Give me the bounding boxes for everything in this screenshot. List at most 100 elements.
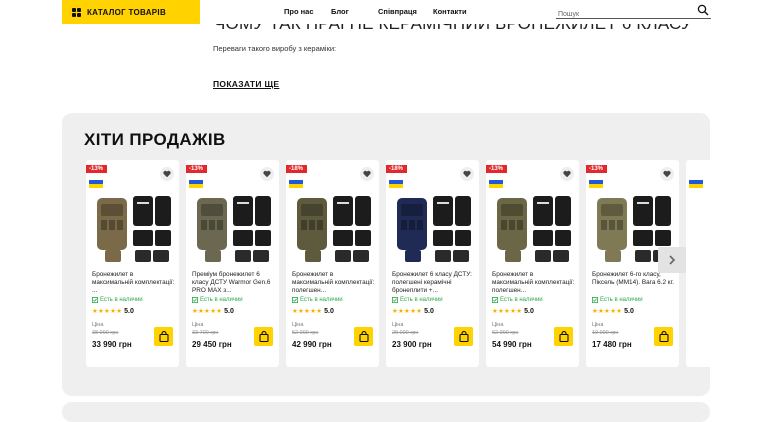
current-price: 17 480 грн [592, 340, 632, 349]
add-to-cart-button[interactable] [154, 327, 173, 346]
nav-contacts[interactable]: Контакти [433, 7, 467, 16]
product-name[interactable]: Бронежилет 6 класу ДСТУ: полегшені керам… [392, 271, 476, 295]
search-input[interactable] [556, 7, 686, 22]
rating-value: 5.0 [624, 307, 634, 315]
star-icons: ★★★★★ [492, 308, 523, 315]
star-icons: ★★★★★ [92, 308, 123, 315]
favorite-button[interactable] [160, 167, 174, 181]
check-icon [492, 297, 498, 303]
stock-label: Есть в наличии [400, 297, 443, 303]
check-icon [592, 297, 598, 303]
rating: ★★★★★ 5.0 [492, 307, 534, 316]
favorite-button[interactable] [660, 167, 674, 181]
product-card[interactable]: -13% Бронежилет в максимальній комплекта… [86, 160, 179, 367]
favorite-button[interactable] [460, 167, 474, 181]
price-label: Ціна [592, 322, 604, 328]
add-to-cart-button[interactable] [354, 327, 373, 346]
product-name[interactable]: Бронежилет в максимальній комплектації: … [92, 271, 176, 295]
product-image[interactable] [193, 188, 273, 268]
catalog-button[interactable]: КАТАЛОГ ТОВАРІВ [62, 0, 200, 24]
discount-badge: -13% [486, 165, 508, 173]
price-label: Ціна [492, 322, 504, 328]
nav-blog[interactable]: Блог [331, 7, 349, 16]
favorite-button[interactable] [560, 167, 574, 181]
product-image[interactable] [293, 188, 373, 268]
product-card[interactable]: -18% Бронежилет 6 класу ДСТУ: полегшені … [386, 160, 479, 367]
add-to-cart-button[interactable] [654, 327, 673, 346]
ukraine-flag-icon [489, 180, 503, 188]
bestsellers-title: ХІТИ ПРОДАЖІВ [84, 130, 226, 149]
stock-status: Есть в наличии [92, 297, 143, 303]
old-price: 52 000 грн [292, 330, 319, 336]
add-to-cart-button[interactable] [254, 327, 273, 346]
stock-label: Есть в наличии [500, 297, 543, 303]
rating: ★★★★★ 5.0 [92, 307, 134, 316]
product-image[interactable] [493, 188, 573, 268]
product-name[interactable]: Бронежилет в максимальній комплектації: … [492, 271, 576, 295]
current-price: 42 990 грн [292, 340, 332, 349]
add-to-cart-button[interactable] [554, 327, 573, 346]
grid-icon [72, 7, 81, 17]
old-price: 29 000 грн [392, 330, 419, 336]
price-label: Ціна [292, 322, 304, 328]
product-name[interactable]: Бронежилет в максимальній комплектації: … [292, 271, 376, 295]
stock-label: Есть в наличии [600, 297, 643, 303]
shopping-bag-icon [358, 331, 369, 342]
shopping-bag-icon [158, 331, 169, 342]
favorite-button[interactable] [260, 167, 274, 181]
price-label: Ціна [392, 322, 404, 328]
stock-status: Есть в наличии [292, 297, 343, 303]
discount-badge: -13% [186, 165, 208, 173]
stock-status: Есть в наличии [192, 297, 243, 303]
current-price: 33 990 грн [92, 340, 132, 349]
ukraine-flag-icon [189, 180, 203, 188]
product-image[interactable] [93, 188, 173, 268]
search-icon[interactable] [697, 4, 709, 16]
next-section-panel [62, 402, 710, 422]
ukraine-flag-icon [589, 180, 603, 188]
ukraine-flag-icon [289, 180, 303, 188]
article-subtext: Переваги такого виробу з кераміки: [213, 44, 337, 53]
stock-status: Есть в наличии [392, 297, 443, 303]
catalog-label: КАТАЛОГ ТОВАРІВ [87, 7, 167, 17]
rating-value: 5.0 [424, 307, 434, 315]
show-more-link[interactable]: ПОКАЗАТИ ЩЕ [213, 79, 279, 89]
discount-badge: -13% [586, 165, 608, 173]
star-icons: ★★★★★ [592, 308, 623, 315]
site-header: КАТАЛОГ ТОВАРІВ Про нас Блог Співпраця К… [0, 0, 768, 24]
product-carousel: -13% Бронежилет в максимальній комплекта… [86, 160, 710, 386]
rating: ★★★★★ 5.0 [392, 307, 434, 316]
product-name[interactable]: Бронежилет 6-го класу, Піксель (ММ14). В… [592, 271, 676, 295]
bestsellers-panel: ХІТИ ПРОДАЖІВ -13% Бронежилет в максимал… [62, 113, 710, 396]
shopping-bag-icon [658, 331, 669, 342]
product-name[interactable]: Преміум бронежилет 6 класу ДСТУ Warmor G… [192, 271, 276, 295]
carousel-next-button[interactable] [658, 247, 686, 273]
rating-value: 5.0 [124, 307, 134, 315]
stock-status: Есть в наличии [592, 297, 643, 303]
current-price: 23 900 грн [392, 340, 432, 349]
chevron-right-icon [669, 255, 676, 265]
stock-label: Есть в наличии [100, 297, 143, 303]
add-to-cart-button[interactable] [454, 327, 473, 346]
product-image[interactable] [393, 188, 473, 268]
check-icon [92, 297, 98, 303]
current-price: 29 450 грн [192, 340, 232, 349]
check-icon [292, 297, 298, 303]
product-card[interactable]: -13% Бронежилет в максимальній комплекта… [486, 160, 579, 367]
star-icons: ★★★★★ [392, 308, 423, 315]
old-price: 33 700 грн [192, 330, 219, 336]
product-card[interactable]: -18% Бронежилет в максимальній комплекта… [286, 160, 379, 367]
old-price: 19 990 грн [592, 330, 619, 336]
favorite-button[interactable] [360, 167, 374, 181]
check-icon [392, 297, 398, 303]
product-card-partial[interactable] [686, 160, 710, 367]
nav-cooperation[interactable]: Співпраця [378, 7, 417, 16]
discount-badge: -18% [386, 165, 408, 173]
nav-about[interactable]: Про нас [284, 7, 314, 16]
ukraine-flag-icon [689, 180, 703, 188]
search-box [556, 3, 711, 22]
product-card[interactable]: -13% Преміум бронежилет 6 класу ДСТУ War… [186, 160, 279, 367]
old-price: 38 990 грн [92, 330, 119, 336]
heart-icon [563, 170, 571, 178]
rating: ★★★★★ 5.0 [192, 307, 234, 316]
